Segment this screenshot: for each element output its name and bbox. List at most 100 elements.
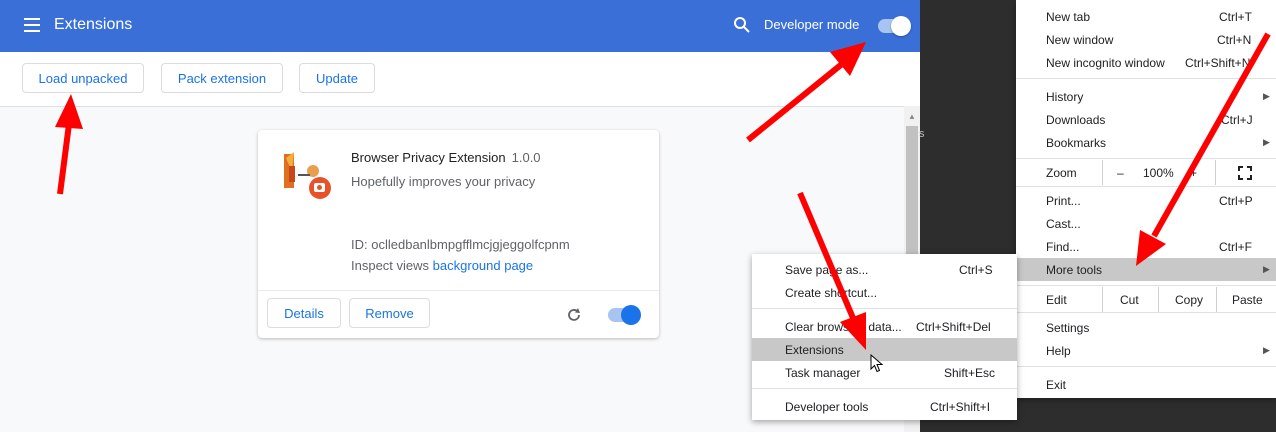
search-icon[interactable]	[733, 16, 751, 34]
menu-item-shortcut: Ctrl+T	[1219, 9, 1252, 24]
remove-button[interactable]: Remove	[349, 298, 430, 328]
menu-item-shortcut: Ctrl+F	[1219, 239, 1252, 254]
menu-item-new-tab[interactable]: New tab Ctrl+T	[1016, 5, 1276, 28]
edit-divider	[1158, 287, 1159, 312]
extension-name-text: Browser Privacy Extension	[351, 150, 506, 165]
menu-item-create-shortcut[interactable]: Create shortcut...	[752, 281, 1017, 304]
menu-separator	[1016, 186, 1276, 187]
menu-item-label: Cast...	[1046, 216, 1081, 231]
menu-item-shortcut: Ctrl+Shift+N	[1185, 55, 1251, 70]
menu-item-label: History	[1046, 89, 1084, 104]
submenu-arrow-icon: ▶	[1263, 345, 1270, 355]
menu-item-label: Save page as...	[785, 262, 869, 277]
extension-id-value: oclledbanlbmpgfflmcjgjeggolfcpnm	[371, 237, 570, 252]
developer-mode-toggle[interactable]	[878, 16, 911, 36]
menu-item-new-window[interactable]: New window Ctrl+N	[1016, 28, 1276, 51]
copy-button[interactable]: Copy	[1175, 293, 1203, 307]
edit-divider	[1102, 287, 1103, 312]
extension-enable-toggle[interactable]	[608, 305, 641, 325]
menu-item-label: Developer tools	[785, 399, 869, 414]
zoom-divider	[1102, 160, 1103, 185]
menu-item-shortcut: Ctrl+N	[1217, 32, 1252, 47]
extension-card: Browser Privacy Extension 1.0.0 Hopefully…	[258, 130, 659, 338]
menu-item-label: Clear browsing data...	[785, 319, 902, 334]
menu-item-shortcut: Ctrl+Shift+Del	[916, 319, 991, 334]
menu-item-new-incognito-window[interactable]: New incognito window Ctrl+Shift+N	[1016, 51, 1276, 74]
menu-item-label: Exit	[1046, 377, 1067, 392]
menu-item-label: New tab	[1046, 9, 1091, 24]
header-bar: Extensions Developer mode	[0, 0, 920, 52]
load-unpacked-button[interactable]: Load unpacked	[22, 63, 144, 93]
menu-item-extensions[interactable]: Extensions	[752, 338, 1017, 361]
menu-item-task-manager[interactable]: Task manager Shift+Esc	[752, 361, 1017, 384]
details-button[interactable]: Details	[267, 298, 341, 328]
fullscreen-icon[interactable]	[1238, 166, 1252, 180]
menu-item-label: Downloads	[1046, 112, 1106, 127]
menu-item-bookmarks[interactable]: Bookmarks ▶	[1016, 131, 1276, 154]
menu-item-developer-tools[interactable]: Developer tools Ctrl+Shift+I	[752, 395, 1017, 418]
menu-item-label: Create shortcut...	[785, 285, 878, 300]
menu-item-label: Print...	[1046, 193, 1081, 208]
menu-item-exit[interactable]: Exit	[1016, 373, 1276, 396]
menu-item-shortcut: Shift+Esc	[944, 365, 996, 380]
menu-item-find[interactable]: Find... Ctrl+F	[1016, 235, 1276, 258]
menu-item-cast[interactable]: Cast...	[1016, 212, 1276, 235]
menu-item-shortcut: Ctrl+S	[959, 262, 993, 277]
menu-separator	[752, 308, 1017, 309]
menu-item-shortcut: Ctrl+P	[1219, 193, 1253, 208]
submenu-arrow-icon: ▶	[1263, 91, 1270, 101]
menu-item-label: Bookmarks	[1046, 135, 1107, 150]
menu-separator	[1016, 366, 1276, 367]
extension-logo	[284, 152, 331, 199]
background-text: s	[919, 128, 925, 140]
submenu-arrow-icon: ▶	[1263, 137, 1270, 147]
menu-item-help[interactable]: Help ▶	[1016, 339, 1276, 362]
extension-id: ID: oclledbanlbmpgfflmcjgjeggolfcpnm	[351, 237, 570, 252]
zoom-out-button[interactable]: –	[1117, 166, 1124, 180]
edit-label: Edit	[1046, 292, 1067, 307]
menu-item-settings[interactable]: Settings	[1016, 316, 1276, 339]
menu-item-label: Find...	[1046, 239, 1080, 254]
menu-separator	[1016, 285, 1276, 286]
extension-version: 1.0.0	[511, 150, 541, 165]
extension-description: Hopefully improves your privacy	[351, 174, 536, 189]
menu-separator	[752, 388, 1017, 389]
chrome-menu: New tab Ctrl+T New window Ctrl+N New incog…	[1016, 0, 1276, 398]
menu-separator	[1016, 78, 1276, 79]
menu-item-label: Extensions	[785, 342, 844, 357]
dev-toolbar: Load unpacked Pack extension Update	[0, 52, 920, 107]
zoom-divider	[1215, 160, 1216, 185]
cut-button[interactable]: Cut	[1120, 293, 1139, 307]
menu-icon[interactable]	[24, 18, 40, 32]
inspect-views-label: Inspect views	[351, 258, 430, 273]
zoom-label: Zoom	[1046, 165, 1077, 180]
menu-item-shortcut: Ctrl+J	[1221, 112, 1253, 127]
extension-id-label: ID:	[351, 237, 368, 252]
menu-item-more-tools[interactable]: More tools ▶	[1016, 258, 1276, 281]
menu-item-label: Settings	[1046, 320, 1090, 335]
paste-button[interactable]: Paste	[1232, 293, 1263, 307]
card-divider	[258, 290, 659, 291]
scroll-up-arrow-icon[interactable]: ▲	[908, 112, 916, 121]
menu-item-clear-browsing-data[interactable]: Clear browsing data... Ctrl+Shift+Del	[752, 315, 1017, 338]
menu-item-print[interactable]: Print... Ctrl+P	[1016, 189, 1276, 212]
background-page-link[interactable]: background page	[433, 258, 533, 273]
scrollbar-thumb[interactable]	[906, 126, 918, 266]
zoom-in-button[interactable]: +	[1190, 166, 1197, 180]
menu-item-label: New incognito window	[1046, 55, 1165, 70]
page-title: Extensions	[54, 16, 133, 33]
menu-item-history[interactable]: History ▶	[1016, 85, 1276, 108]
pack-extension-button[interactable]: Pack extension	[161, 63, 283, 93]
menu-item-downloads[interactable]: Downloads Ctrl+J	[1016, 108, 1276, 131]
extension-name: Browser Privacy Extension 1.0.0	[351, 150, 541, 165]
update-button[interactable]: Update	[299, 63, 375, 93]
menu-item-save-page[interactable]: Save page as... Ctrl+S	[752, 258, 1017, 281]
zoom-level: 100%	[1143, 166, 1174, 180]
menu-separator	[1016, 158, 1276, 159]
inspect-views: Inspect views background page	[351, 258, 533, 273]
menu-item-label: New window	[1046, 32, 1114, 47]
developer-mode-label: Developer mode	[764, 17, 860, 32]
menu-item-label: More tools	[1046, 262, 1103, 277]
menu-item-shortcut: Ctrl+Shift+I	[930, 399, 991, 414]
reload-icon[interactable]	[565, 306, 583, 324]
